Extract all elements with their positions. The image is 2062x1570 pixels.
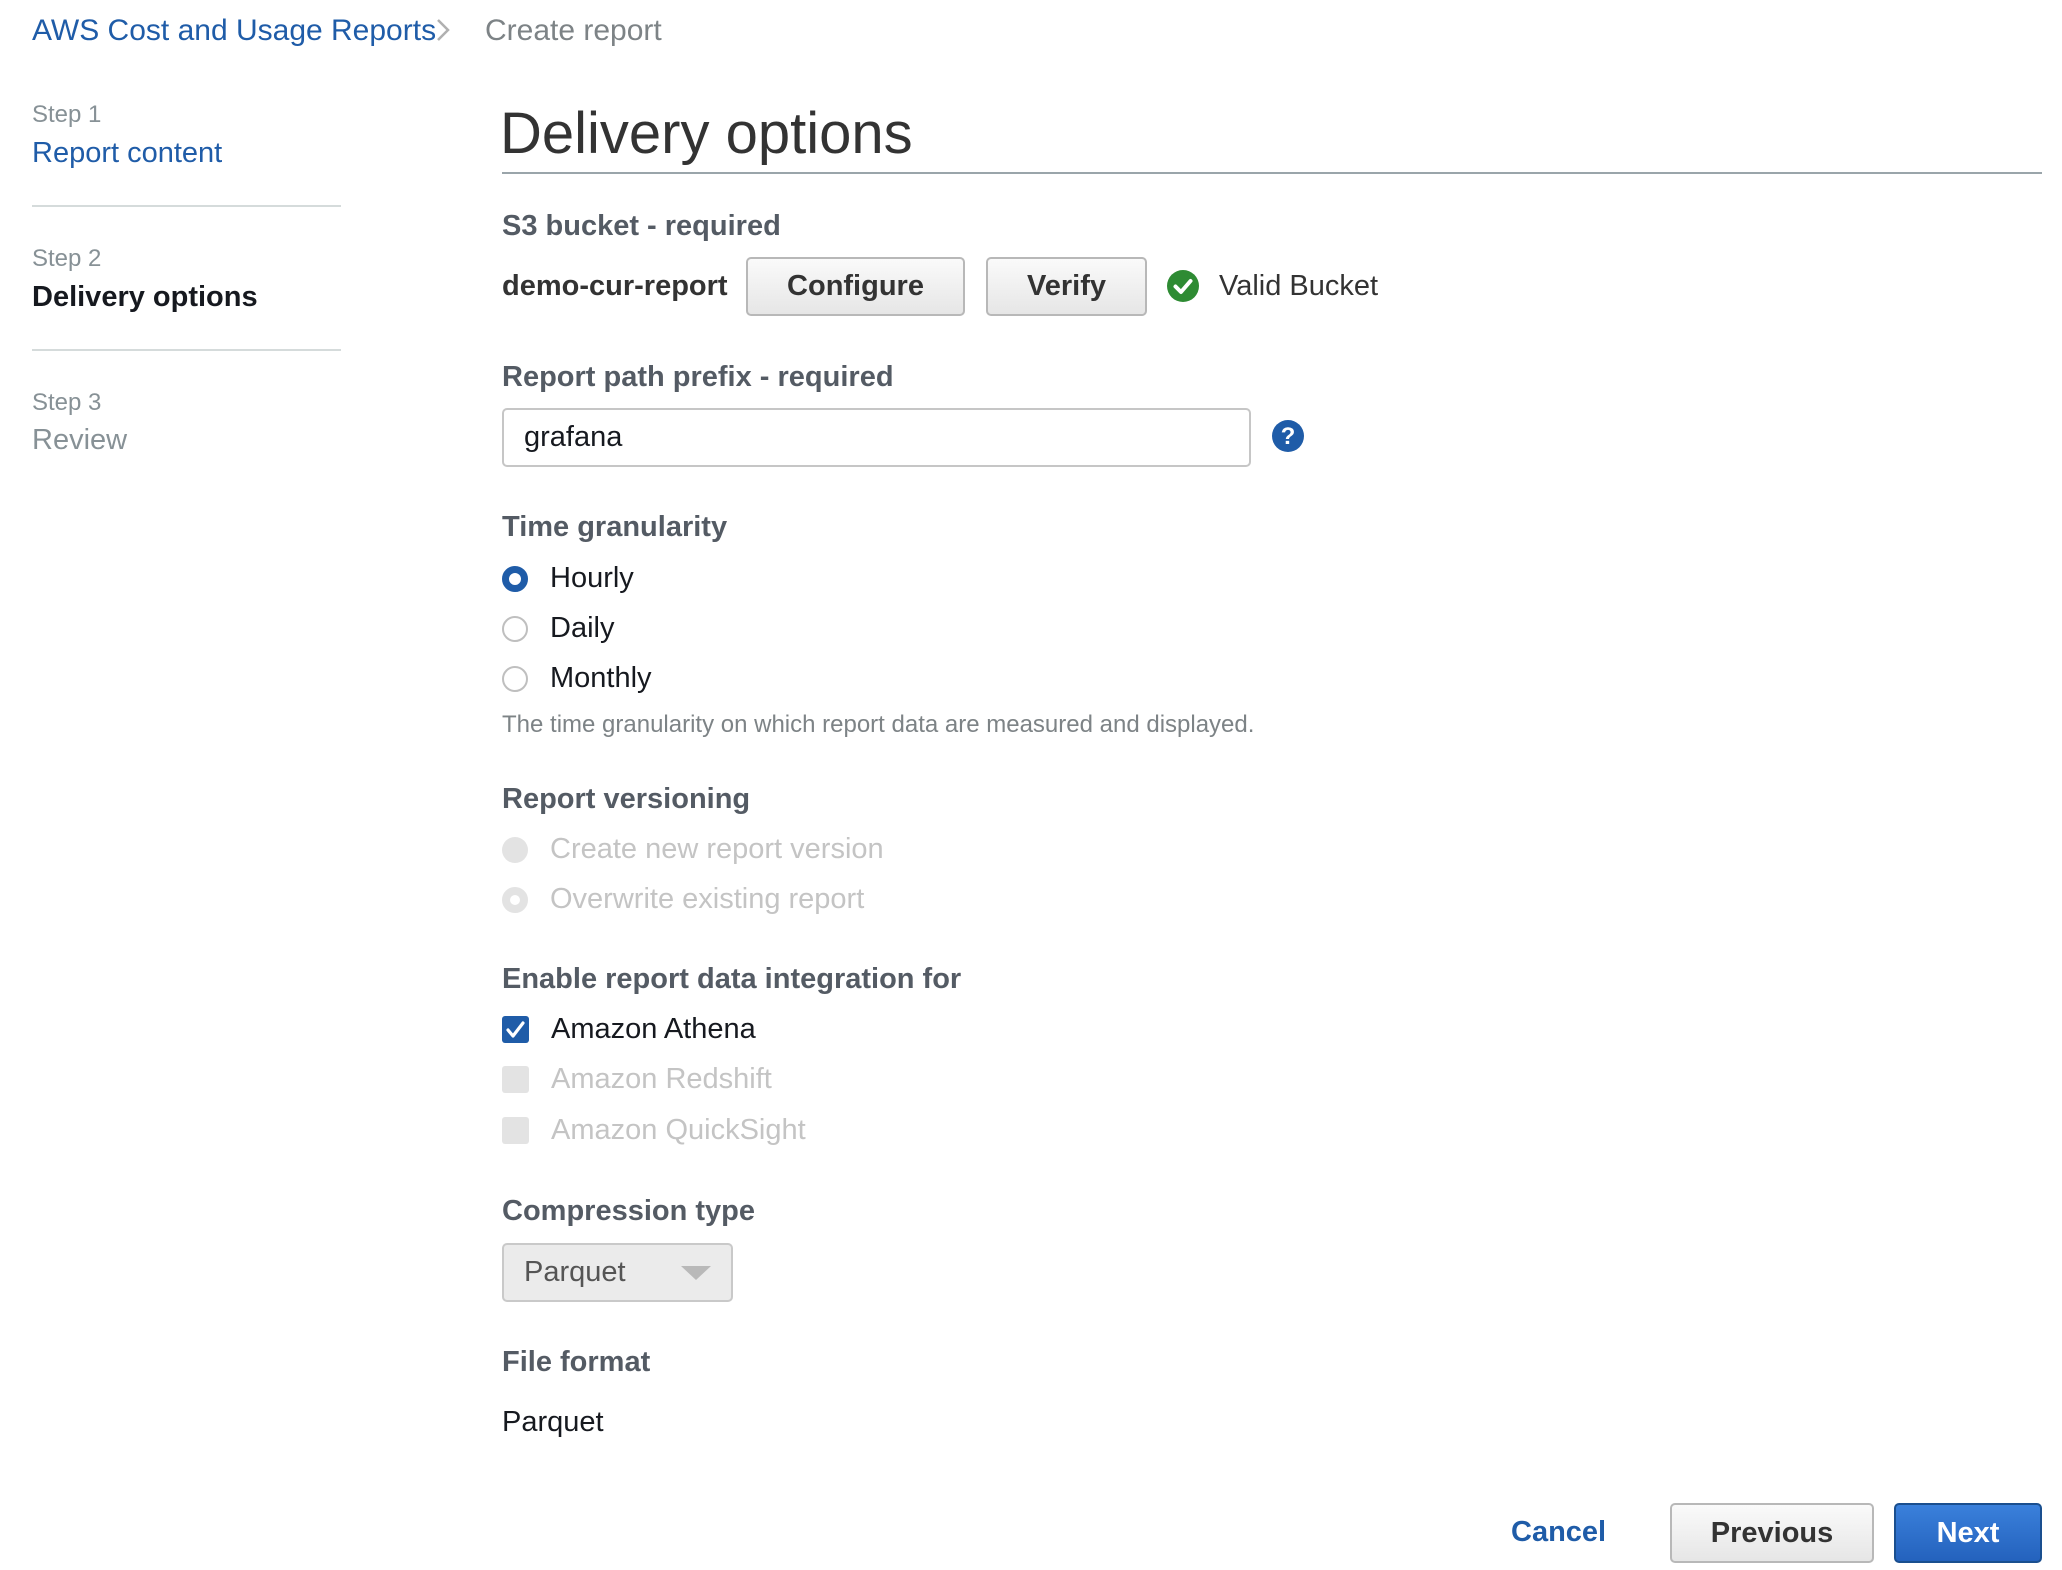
step-3-label: Step 3 [32,389,102,416]
radio-label: Monthly [550,662,652,694]
report-path-prefix-input[interactable]: grafana [502,408,1251,467]
radio-create-new-version: Create new report version [502,833,884,866]
file-format-label: File format [502,1346,651,1378]
radio-label: Overwrite existing report [550,883,865,915]
next-button[interactable]: Next [1894,1503,2042,1563]
time-granularity-label: Time granularity [502,511,728,543]
radio-unselected-icon[interactable] [502,665,528,692]
s3-bucket-name: demo-cur-report [502,270,728,302]
dropdown-caret-icon [681,1265,711,1280]
chevron-right-icon [437,19,450,41]
checkbox-disabled-icon [502,1117,529,1144]
radio-label: Create new report version [550,833,884,865]
file-format-value: Parquet [502,1406,604,1438]
radio-daily[interactable]: Daily [502,612,614,645]
radio-unselected-icon[interactable] [502,615,528,642]
step-divider [32,205,341,207]
radio-selected-icon[interactable] [502,565,528,592]
checkbox-amazon-quicksight: Amazon QuickSight [502,1114,806,1147]
help-icon[interactable]: ? [1272,420,1304,452]
bucket-status: Valid Bucket [1219,270,1379,302]
s3-bucket-label: S3 bucket - required [502,210,781,242]
verify-button[interactable]: Verify [986,257,1147,316]
report-path-prefix-label: Report path prefix - required [502,361,894,393]
radio-hourly[interactable]: Hourly [502,562,634,595]
compression-type-label: Compression type [502,1195,755,1227]
step-divider [32,349,341,351]
radio-overwrite-existing: Overwrite existing report [502,883,864,916]
step-2-label: Step 2 [32,245,102,272]
checkbox-amazon-athena[interactable]: Amazon Athena [502,1013,756,1046]
report-path-prefix-value: grafana [524,421,623,453]
checkbox-disabled-icon [502,1066,529,1093]
previous-button[interactable]: Previous [1670,1503,1874,1563]
radio-monthly[interactable]: Monthly [502,662,652,695]
step-report-content-link[interactable]: Report content [32,137,222,170]
page-title: Delivery options [500,101,913,166]
cancel-button[interactable]: Cancel [1511,1516,1606,1549]
step-delivery-options-active: Delivery options [32,281,258,313]
checkbox-label: Amazon Athena [551,1013,756,1045]
report-versioning-label: Report versioning [502,783,751,815]
radio-disabled-selected-icon [502,886,528,913]
compression-type-select: Parquet [502,1243,733,1302]
breadcrumb-current: Create report [485,14,662,47]
step-1-label: Step 1 [32,101,102,128]
title-rule [502,172,2042,174]
time-granularity-help: The time granularity on which report dat… [502,711,1255,738]
checkbox-label: Amazon Redshift [551,1063,772,1095]
radio-label: Hourly [550,562,634,594]
compression-type-value: Parquet [524,1256,626,1288]
svg-text:?: ? [1281,423,1296,450]
step-review: Review [32,424,128,456]
radio-disabled-icon [502,836,528,863]
checkbox-label: Amazon QuickSight [551,1114,806,1146]
integration-label: Enable report data integration for [502,963,962,995]
configure-button[interactable]: Configure [746,257,965,316]
check-circle-icon [1167,270,1199,302]
breadcrumb-parent-link[interactable]: AWS Cost and Usage Reports [32,14,436,48]
checkbox-checked-icon[interactable] [502,1016,529,1043]
radio-label: Daily [550,612,615,644]
checkbox-amazon-redshift: Amazon Redshift [502,1063,772,1096]
